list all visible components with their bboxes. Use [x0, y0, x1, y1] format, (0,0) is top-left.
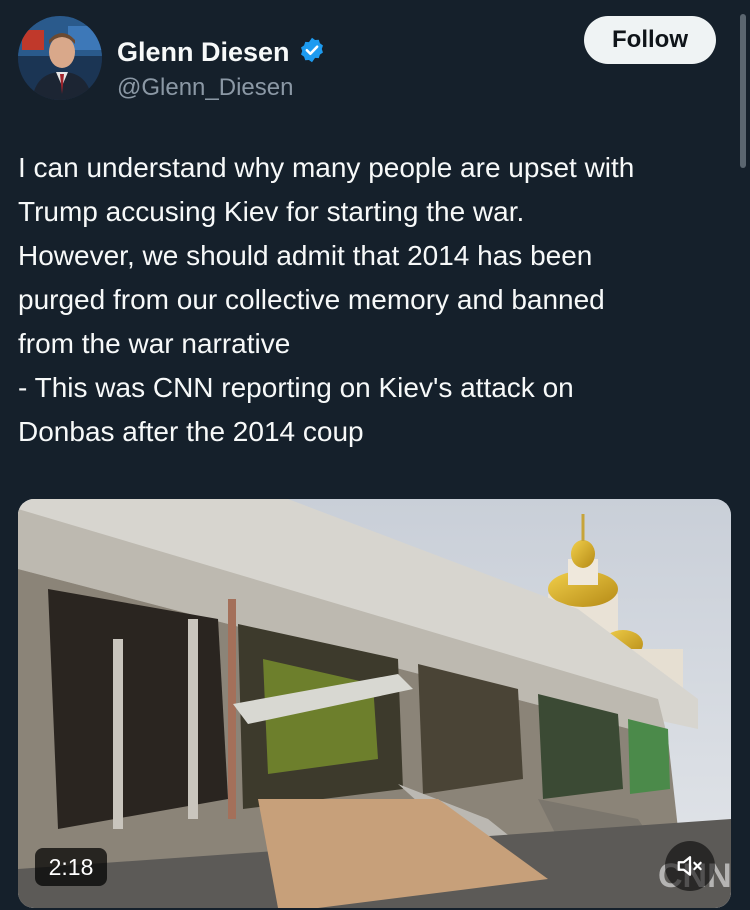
tweet-text-line: Trump accusing Kiev for starting the war…: [18, 196, 525, 227]
tweet-text-line: However, we should admit that 2014 has b…: [18, 240, 593, 271]
verified-badge-icon: [298, 36, 326, 69]
tweet-text-line: I can understand why many people are ups…: [18, 152, 635, 183]
tweet-text: I can understand why many people are ups…: [18, 146, 733, 454]
author-name-row: Glenn Diesen: [117, 36, 326, 69]
tweet-text-line: Donbas after the 2014 coup: [18, 416, 364, 447]
tweet-text-line: - This was CNN reporting on Kiev's attac…: [18, 372, 574, 403]
tweet-text-line: purged from our collective memory and ba…: [18, 284, 605, 315]
video-player[interactable]: CNN: [18, 499, 731, 908]
muted-speaker-icon[interactable]: [665, 841, 715, 891]
video-duration: 2:18: [35, 848, 107, 886]
tweet-header: Glenn Diesen @Glenn_Diesen Follow: [18, 16, 718, 102]
avatar[interactable]: [18, 16, 102, 100]
tweet-text-line: from the war narrative: [18, 328, 291, 359]
author-name[interactable]: Glenn Diesen: [117, 37, 290, 68]
video-frame: CNN: [18, 499, 731, 908]
scrollbar[interactable]: [740, 14, 746, 168]
follow-button[interactable]: Follow: [584, 16, 716, 64]
author-handle[interactable]: @Glenn_Diesen: [117, 74, 293, 102]
